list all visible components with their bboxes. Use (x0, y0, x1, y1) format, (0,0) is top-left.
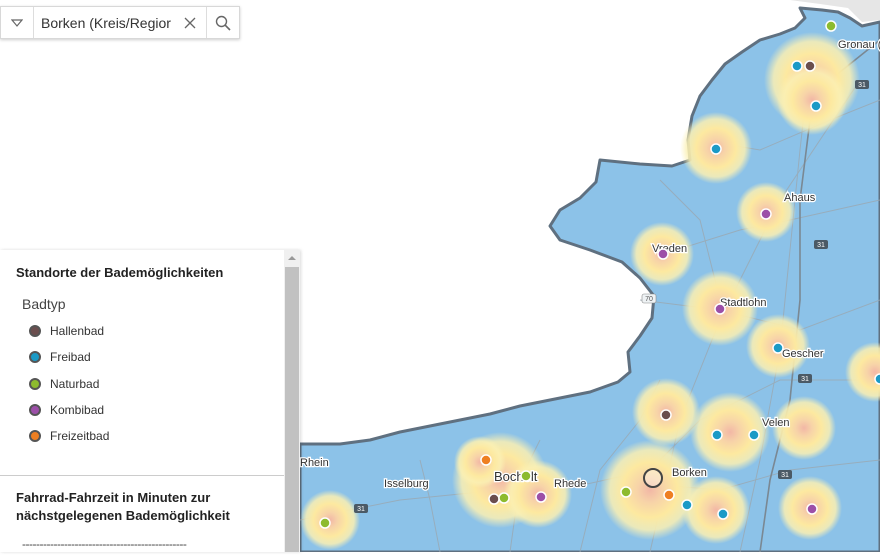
legend-title: Standorte der Bademöglichkeiten (16, 265, 224, 280)
legend-list: Hallenbad Freibad Naturbad Kombibad Frei… (16, 318, 268, 449)
legend-panel: Standorte der Bademöglichkeiten Badtyp H… (0, 250, 300, 552)
legend-item-naturbad: Naturbad (16, 371, 268, 397)
place-label-rhein: Rhein (300, 457, 329, 469)
legend-item-label: Kombibad (50, 403, 105, 418)
freizeitbad-dot-icon (29, 430, 41, 443)
freibad-marker[interactable] (710, 143, 722, 155)
legend-subtitle: Badtyp (22, 296, 66, 312)
scroll-up-button[interactable] (284, 250, 300, 266)
legend-item-label: Freibad (50, 350, 91, 365)
place-label-gescher: Gescher (782, 348, 824, 360)
naturbad-marker[interactable] (520, 470, 532, 482)
place-label-ahaus: Ahaus (784, 192, 816, 204)
freibad-marker[interactable] (810, 100, 822, 112)
place-label-vreden: Vreden (652, 243, 687, 255)
dropdown-toggle-button[interactable] (1, 7, 34, 38)
hallenbad-marker[interactable] (488, 493, 500, 505)
freibad-marker[interactable] (748, 429, 760, 441)
freibad-marker[interactable] (711, 429, 723, 441)
kombibad-marker[interactable] (714, 303, 726, 315)
road-shield-label: 31 (817, 242, 825, 249)
freibad-marker[interactable] (772, 342, 784, 354)
kombibad-marker[interactable] (535, 491, 547, 503)
place-label-isselburg: Isselburg (384, 478, 429, 490)
kombibad-marker[interactable] (657, 248, 669, 260)
scroll-thumb[interactable] (285, 267, 299, 552)
hallenbad-marker[interactable] (804, 60, 816, 72)
road-shield-label: 31 (858, 82, 866, 89)
legend-section-title: Fahrrad-Fahrzeit in Minuten zur nächstge… (16, 490, 230, 524)
search-bar: Borken (Kreis/Regior (0, 6, 240, 39)
kombibad-marker[interactable] (760, 208, 772, 220)
legend-item-kombibad: Kombibad (16, 397, 268, 423)
legend-item-freizeitbad: Freizeitbad (16, 423, 268, 449)
selected-location-marker[interactable] (643, 468, 663, 488)
freibad-marker[interactable] (681, 499, 693, 511)
freizeitbad-marker[interactable] (480, 454, 492, 466)
search-icon (215, 15, 231, 31)
freibad-marker[interactable] (874, 373, 880, 385)
legend-content: Standorte der Bademöglichkeiten Badtyp H… (0, 250, 284, 551)
freibad-dot-icon (29, 351, 41, 364)
search-input[interactable]: Borken (Kreis/Regior (34, 15, 174, 31)
road-shield-label: 31 (357, 506, 365, 513)
place-label-gronau: Gronau (W (838, 39, 880, 51)
naturbad-marker[interactable] (319, 517, 331, 529)
place-label-stadtlohn: Stadtlohn (720, 297, 766, 309)
naturbad-marker[interactable] (498, 492, 510, 504)
freibad-marker[interactable] (791, 60, 803, 72)
freibad-marker[interactable] (717, 508, 729, 520)
kombibad-marker[interactable] (806, 503, 818, 515)
triangle-down-icon (11, 18, 23, 27)
road-shield-label: 70 (645, 296, 653, 303)
place-label-borken: Borken (672, 467, 707, 479)
road-shield-label: 31 (801, 376, 809, 383)
legend-item-label: Freizeitbad (50, 429, 110, 444)
legend-item-label: Hallenbad (50, 324, 105, 339)
freizeitbad-marker[interactable] (663, 489, 675, 501)
close-icon (184, 17, 196, 28)
kombibad-dot-icon (29, 404, 41, 417)
naturbad-marker[interactable] (620, 486, 632, 498)
legend-item-hallenbad: Hallenbad (16, 318, 268, 344)
naturbad-dot-icon (29, 377, 41, 390)
hallenbad-marker[interactable] (660, 409, 672, 421)
place-label-rhede: Rhede (554, 478, 586, 490)
road-shield-label: 31 (781, 472, 789, 479)
legend-item-label: Naturbad (50, 376, 100, 391)
search-button[interactable] (206, 7, 239, 38)
naturbad-marker[interactable] (825, 20, 837, 32)
hallenbad-dot-icon (29, 325, 41, 338)
clear-button[interactable] (174, 7, 206, 38)
scrollbar[interactable] (284, 250, 300, 552)
legend-dashes: ----------------------------------------… (22, 537, 187, 552)
triangle-up-icon (288, 256, 296, 260)
place-label-velen: Velen (762, 417, 790, 429)
legend-item-freibad: Freibad (16, 344, 268, 370)
